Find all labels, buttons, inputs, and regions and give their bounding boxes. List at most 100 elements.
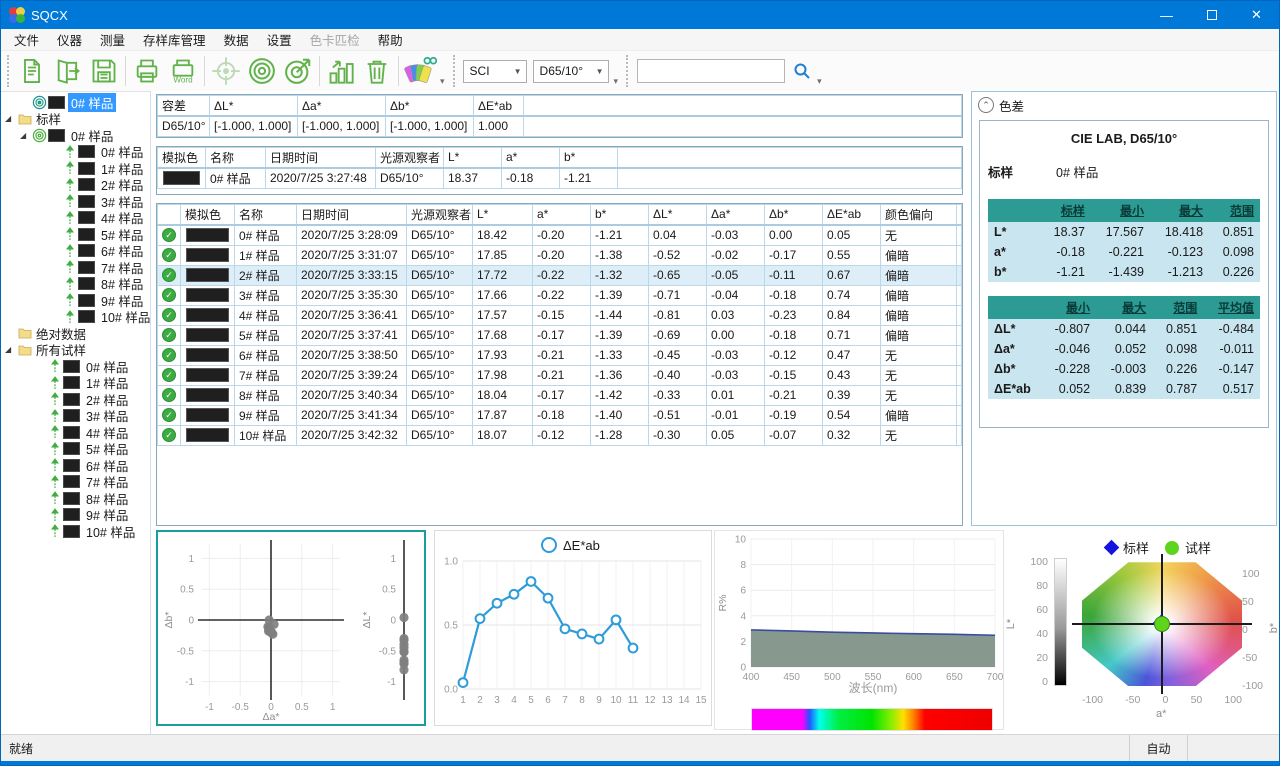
delta-ab-scatter-chart[interactable]: 110.50.500-0.5-0.5-1-1Δb*Δa*10.50-0.5-1Δ…	[156, 530, 426, 726]
column-header[interactable]: b*	[591, 204, 649, 225]
tree-item[interactable]: 8# 样品	[1, 276, 150, 293]
search-input[interactable]	[637, 59, 785, 83]
table-row[interactable]: ✓6# 样品2020/7/25 3:38:50D65/10°17.93-0.21…	[158, 345, 962, 365]
tree-item[interactable]: 6# 样品	[1, 457, 150, 474]
menu-item[interactable]: 测量	[91, 28, 134, 51]
tree-item[interactable]: 7# 样品	[1, 259, 150, 276]
table-row[interactable]: ✓7# 样品2020/7/25 3:39:24D65/10°17.98-0.21…	[158, 365, 962, 385]
tree-item[interactable]: 4# 样品	[1, 210, 150, 227]
column-header[interactable]: 光源观察者	[407, 204, 473, 225]
print-button[interactable]	[129, 54, 165, 88]
tree-expander-icon[interactable]: ◢	[5, 114, 16, 123]
column-header[interactable]: 模拟色	[158, 147, 206, 168]
tree-item[interactable]: 7# 样品	[1, 474, 150, 491]
column-header[interactable]: 日期时间	[266, 147, 376, 168]
menu-item[interactable]: 设置	[258, 28, 301, 51]
delta-e-trend-chart[interactable]: ΔE*ab0.00.51.0123456789101112131415	[434, 530, 712, 726]
tree-item[interactable]: 2# 样品	[1, 177, 150, 194]
tree-expander-icon[interactable]: ◢	[5, 345, 16, 354]
column-header[interactable]: ΔE*ab	[823, 204, 881, 225]
column-header[interactable]: Δa*	[707, 204, 765, 225]
illuminant-dropdown[interactable]: D65/10°▼	[533, 60, 609, 83]
toolbar-overflow-icon[interactable]: ▾	[440, 76, 445, 87]
tree-item[interactable]: 3# 样品	[1, 193, 150, 210]
tree-item[interactable]: 2# 样品	[1, 391, 150, 408]
tree-item[interactable]: 0# 样品	[1, 144, 150, 161]
table-row[interactable]: ✓3# 样品2020/7/25 3:35:30D65/10°17.66-0.22…	[158, 285, 962, 305]
color-gamut-chart[interactable]: 标样试样L*100806040200100500-50-100b*-100-50…	[1006, 530, 1277, 730]
table-row[interactable]: ✓1# 样品2020/7/25 3:31:07D65/10°17.85-0.20…	[158, 245, 962, 265]
search-button[interactable]	[789, 54, 815, 88]
tree-item[interactable]: 0# 样品	[1, 94, 150, 111]
menu-item[interactable]: 帮助	[369, 28, 412, 51]
tree-item[interactable]: 5# 样品	[1, 441, 150, 458]
menu-item[interactable]: 仪器	[48, 28, 91, 51]
table-row[interactable]: ✓9# 样品2020/7/25 3:41:34D65/10°17.87-0.18…	[158, 405, 962, 425]
column-header[interactable]: a*	[533, 204, 591, 225]
column-header[interactable]: b*	[560, 147, 618, 168]
table-row[interactable]: 0# 样品2020/7/25 3:27:48D65/10°18.37-0.18-…	[158, 168, 962, 189]
table-row[interactable]: ✓8# 样品2020/7/25 3:40:34D65/10°18.04-0.17…	[158, 385, 962, 405]
column-header[interactable]	[957, 204, 962, 225]
column-header[interactable]	[618, 147, 962, 168]
column-header[interactable]: 容差	[158, 96, 210, 117]
table-row[interactable]: ✓0# 样品2020/7/25 3:28:09D65/10°18.42-0.20…	[158, 225, 962, 246]
tree-item[interactable]: 3# 样品	[1, 408, 150, 425]
menu-item[interactable]: 文件	[5, 28, 48, 51]
collapse-panel-icon[interactable]: ⌃	[978, 97, 994, 113]
column-header[interactable]: 模拟色	[181, 204, 235, 225]
tree-item[interactable]: 9# 样品	[1, 292, 150, 309]
tree-item[interactable]: 9# 样品	[1, 507, 150, 524]
tree-item[interactable]: 1# 样品	[1, 160, 150, 177]
toolbar-overflow-icon[interactable]: ▾	[614, 76, 619, 87]
tree-item[interactable]: ◢0# 样品	[1, 127, 150, 144]
tree-item[interactable]: 6# 样品	[1, 243, 150, 260]
column-header[interactable]: L*	[473, 204, 533, 225]
tree-item[interactable]: 1# 样品	[1, 375, 150, 392]
menu-item[interactable]: 存样库管理	[134, 28, 215, 51]
print-word-button[interactable]: Word	[165, 54, 201, 88]
tree-item[interactable]: 绝对数据	[1, 325, 150, 342]
tree-item[interactable]: 0# 样品	[1, 358, 150, 375]
column-header[interactable]: Δb*	[386, 96, 474, 117]
tree-item[interactable]: 5# 样品	[1, 226, 150, 243]
column-header[interactable]: 颜色偏向	[881, 204, 957, 225]
color-match-button[interactable]	[402, 54, 438, 88]
column-header[interactable]: Δa*	[298, 96, 386, 117]
menu-item[interactable]: 数据	[215, 28, 258, 51]
column-header[interactable]: 名称	[206, 147, 266, 168]
close-button[interactable]: ✕	[1234, 1, 1279, 29]
maximize-button[interactable]	[1189, 1, 1234, 29]
measure-standard-button[interactable]	[244, 54, 280, 88]
column-header[interactable]: 日期时间	[297, 204, 407, 225]
tree-item[interactable]: ◢所有试样	[1, 342, 150, 359]
minimize-button[interactable]: —	[1144, 1, 1189, 29]
column-header[interactable]: 名称	[235, 204, 297, 225]
reflectance-spectrum-chart[interactable]: 0246810400450500550600650700R%波长(nm)	[714, 530, 1004, 730]
tree-expander-icon[interactable]: ◢	[20, 131, 31, 140]
table-row[interactable]: ✓2# 样品2020/7/25 3:33:15D65/10°17.72-0.22…	[158, 265, 962, 285]
new-document-button[interactable]	[14, 54, 50, 88]
tree-item[interactable]: 4# 样品	[1, 424, 150, 441]
sci-dropdown[interactable]: SCI▼	[463, 60, 527, 83]
column-header[interactable]	[158, 204, 181, 225]
table-row[interactable]: ✓10# 样品2020/7/25 3:42:32D65/10°18.07-0.1…	[158, 425, 962, 445]
tree-item[interactable]: 10# 样品	[1, 523, 150, 540]
column-header[interactable]: Δb*	[765, 204, 823, 225]
tree-item[interactable]: 10# 样品	[1, 309, 150, 326]
calibration-button[interactable]	[208, 54, 244, 88]
table-row[interactable]: ✓4# 样品2020/7/25 3:36:41D65/10°17.57-0.15…	[158, 305, 962, 325]
save-button[interactable]	[86, 54, 122, 88]
statistics-button[interactable]	[323, 54, 359, 88]
table-row[interactable]: D65/10°[-1.000, 1.000][-1.000, 1.000][-1…	[158, 116, 962, 136]
column-header[interactable]	[524, 96, 962, 117]
delete-button[interactable]	[359, 54, 395, 88]
measure-sample-button[interactable]	[280, 54, 316, 88]
export-button[interactable]	[50, 54, 86, 88]
column-header[interactable]: L*	[444, 147, 502, 168]
tree-item[interactable]: ◢标样	[1, 111, 150, 128]
toolbar-overflow-icon[interactable]: ▾	[817, 76, 822, 87]
column-header[interactable]: ΔL*	[649, 204, 707, 225]
column-header[interactable]: a*	[502, 147, 560, 168]
tree-item[interactable]: 8# 样品	[1, 490, 150, 507]
